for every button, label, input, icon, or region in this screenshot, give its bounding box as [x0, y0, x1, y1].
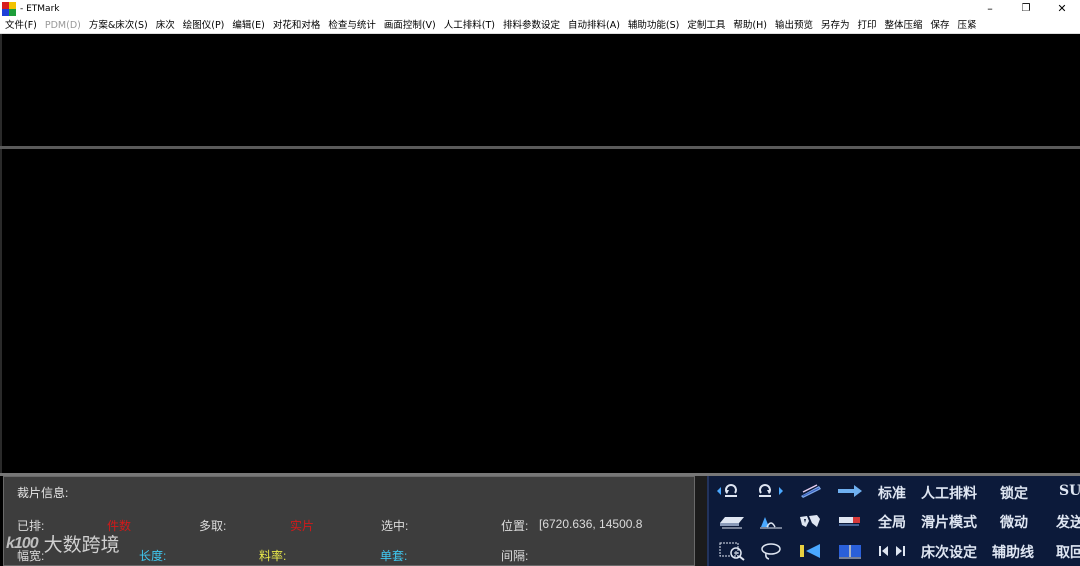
watermark: k100 大数跨境	[6, 530, 120, 557]
first-last-icon[interactable]	[875, 540, 909, 562]
bed-layout-icon[interactable]	[717, 511, 747, 531]
bed-setting-button[interactable]: 床次设定	[921, 542, 977, 562]
slide-mode-button[interactable]: 滑片模式	[921, 512, 977, 532]
extra-label: 多取:	[199, 519, 227, 533]
fine-move-button[interactable]: 微动	[1000, 512, 1028, 532]
send-button[interactable]: 发送	[1056, 512, 1080, 532]
menu-view[interactable]: 画面控制(V)	[379, 17, 439, 33]
book-icon[interactable]	[835, 540, 865, 562]
menu-manual-marker[interactable]: 人工排料(T)	[439, 17, 498, 33]
position-label: 位置:	[501, 519, 529, 533]
menu-save-as[interactable]: 另存为	[816, 17, 853, 33]
watermark-text: 大数跨境	[43, 534, 120, 556]
menu-compress[interactable]: 整体压缩	[880, 17, 926, 33]
menu-custom-tools[interactable]: 定制工具	[682, 17, 728, 33]
app-icon	[2, 1, 16, 16]
position-value: [6720.636, 14500.8	[539, 517, 643, 531]
gap-label: 间隔:	[501, 549, 529, 563]
rate-label: 料率:	[259, 549, 287, 563]
rotate-right-icon[interactable]	[755, 481, 785, 501]
piece-area[interactable]	[0, 34, 1080, 146]
title-bar: - ETMark – ❐ ✕	[0, 0, 1080, 17]
lasso-icon[interactable]	[757, 540, 785, 562]
info-title: 裁片信息:	[17, 486, 69, 500]
standard-button[interactable]: 标准	[878, 483, 906, 503]
global-button[interactable]: 全局	[878, 512, 906, 532]
flip-piece-icon[interactable]	[797, 481, 823, 501]
pieces-icon[interactable]	[797, 511, 823, 531]
extra-value: 实片	[290, 519, 315, 533]
menu-pattern-match[interactable]: 对花和对格	[268, 17, 324, 33]
sets-label: 单套:	[380, 549, 408, 563]
menu-bed[interactable]: 床次	[151, 17, 178, 33]
close-button[interactable]: ✕	[1044, 0, 1080, 17]
minimize-button[interactable]: –	[972, 0, 1008, 17]
retrieve-button[interactable]: 取回	[1056, 542, 1080, 562]
menu-plan-bed[interactable]: 方案&床次(S)	[84, 17, 151, 33]
zoom-icon[interactable]	[717, 540, 747, 562]
manual-marker-button[interactable]: 人工排料	[921, 483, 977, 503]
su-button[interactable]: SU	[1059, 483, 1080, 499]
watermark-logo: k100	[6, 534, 39, 552]
menu-bar: 文件(F) PDM(D) 方案&床次(S) 床次 绘图仪(P) 编辑(E) 对花…	[0, 17, 1080, 34]
menu-check-stats[interactable]: 检查与统计	[323, 17, 379, 33]
menu-output-preview[interactable]: 输出预览	[770, 17, 816, 33]
menu-help[interactable]: 帮助(H)	[728, 17, 770, 33]
selected-label: 选中:	[381, 519, 409, 533]
align-left-icon[interactable]	[797, 540, 825, 562]
menu-aux[interactable]: 辅助功能(S)	[623, 17, 682, 33]
restore-button[interactable]: ❐	[1008, 0, 1044, 17]
menu-print[interactable]: 打印	[852, 17, 879, 33]
menu-edit[interactable]: 编辑(E)	[227, 17, 267, 33]
arrow-right-icon[interactable]	[835, 481, 865, 501]
menu-pdm[interactable]: PDM(D)	[40, 17, 84, 33]
panel-separator	[695, 476, 707, 566]
bar-toggle-icon[interactable]	[836, 511, 864, 531]
lock-button[interactable]: 锁定	[1000, 483, 1028, 503]
window-title: - ETMark	[20, 3, 60, 14]
menu-plotter[interactable]: 绘图仪(P)	[178, 17, 228, 33]
guide-line-button[interactable]: 辅助线	[992, 542, 1034, 562]
tool-panel: 标准 人工排料 锁定 SU 全局 滑片模式 微动 发送 床次设定 辅助线 取回	[707, 476, 1080, 566]
marker-canvas[interactable]	[0, 149, 1080, 473]
menu-save[interactable]: 保存	[926, 17, 953, 33]
menu-auto-marker[interactable]: 自动排料(A)	[563, 17, 623, 33]
menu-compact[interactable]: 压紧	[953, 17, 980, 33]
marker-shape-icon[interactable]	[757, 511, 785, 531]
length-label: 长度:	[139, 549, 167, 563]
menu-file[interactable]: 文件(F)	[0, 17, 40, 33]
rotate-left-icon[interactable]	[715, 481, 741, 501]
menu-marker-params[interactable]: 排料参数设定	[498, 17, 563, 33]
